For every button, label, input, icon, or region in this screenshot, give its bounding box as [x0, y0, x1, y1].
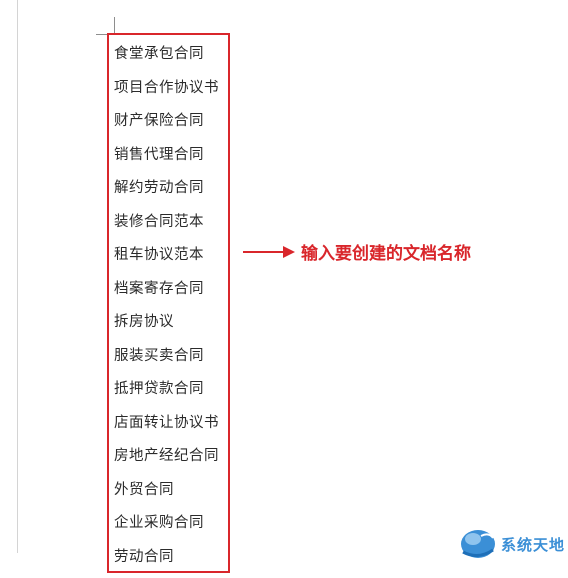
right-arrow-icon [243, 245, 295, 259]
document-left-margin-line [17, 0, 18, 553]
system-logo-icon [459, 526, 497, 560]
highlight-box [107, 33, 230, 573]
watermark-text: 系统天地 [501, 534, 565, 555]
annotation-text: 输入要创建的文档名称 [301, 239, 471, 264]
